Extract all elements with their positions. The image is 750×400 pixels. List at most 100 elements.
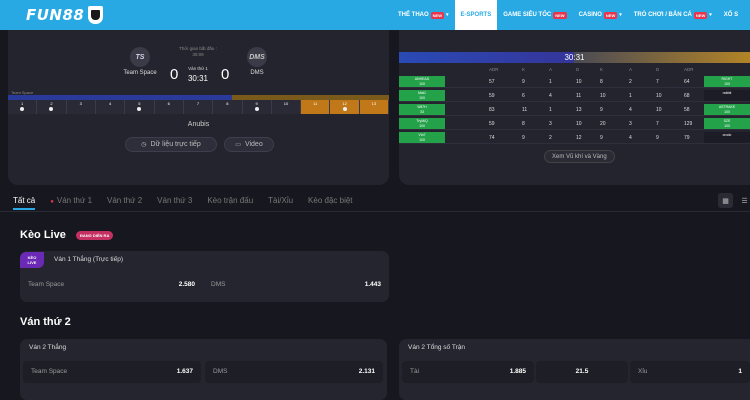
stat-value: 2 [549, 135, 552, 141]
round-number: 11 [313, 101, 318, 106]
player-name: crodo [722, 133, 732, 137]
tab[interactable]: Kèo đặc biệt [308, 196, 352, 210]
tab[interactable]: Ván thứ 2 [107, 196, 142, 210]
tab-label: Tất cả [13, 196, 36, 205]
nav-item[interactable]: E-SPORTS [454, 0, 498, 30]
weapons-gold-button[interactable]: Xem Vũ khí và Vàng [544, 150, 615, 163]
stat-value: 9 [522, 79, 525, 85]
odd-team-space[interactable]: Team Space 2.580 [20, 274, 203, 296]
live-market-card: KÈO LIVE Ván 1 Thắng (Trực tiếp) Team Sp… [20, 251, 389, 302]
player-name-right[interactable]: crodo [704, 132, 750, 143]
nav-item[interactable]: THỂ THAO NEW ▾ [392, 0, 455, 30]
player-name-left[interactable]: Mat1 100 [399, 90, 445, 101]
round-cell: 3 [66, 100, 96, 114]
round-cell: 5 [125, 100, 155, 114]
stat-value: 1 [629, 93, 632, 99]
tab[interactable]: ● Ván thứ 1 [50, 196, 92, 210]
stats-column-header: K [522, 67, 526, 72]
stat-value: 1 [549, 107, 552, 113]
team-a: TS Team Space [120, 47, 160, 76]
tab-label: Tài/Xỉu [268, 196, 294, 205]
player-health: 100 [419, 124, 425, 128]
stats-column-header: D [656, 67, 660, 72]
player-name: rabbit [722, 91, 732, 95]
start-time-value: 30:09 [192, 52, 204, 57]
stat-value: 8 [522, 121, 525, 127]
live-data-button[interactable]: ◷ Dữ liệu trực tiếp [125, 137, 217, 152]
round-cell: 13 [359, 100, 390, 114]
odd-value: 2.131 [358, 368, 375, 375]
player-stat-row: TryMiQ 100 59 8 3 10 20 3 7 129 SZE 100 [399, 118, 750, 130]
player-stats-panel: 30:31 ADR K A D K A D ADR ANHEAD 100 57 9 1 10 8 2 7 64 R… [399, 30, 750, 185]
round-number: 5 [138, 101, 141, 106]
player-name-left[interactable]: TryMiQ 100 [399, 118, 445, 129]
player-health: 100 [419, 138, 425, 142]
stat-value: 9 [600, 107, 603, 113]
odd-dms[interactable]: DMS 1.443 [203, 274, 389, 296]
club-crest-icon [88, 6, 104, 24]
odd-label: Xỉu [638, 368, 648, 375]
round-cell: 7 [183, 100, 214, 114]
stat-value: 58 [684, 107, 690, 113]
nav-item[interactable]: CASINO NEW ▾ [573, 0, 628, 30]
player-name-right[interactable]: ASTRAKE 100 [704, 104, 750, 115]
odd-value: 1.443 [364, 281, 381, 288]
odd-dms-van2[interactable]: DMS 2.131 [205, 361, 383, 383]
round-cell: 4 [95, 100, 126, 114]
round-win-icon [342, 107, 347, 111]
player-name-left[interactable]: Wil7H 33 [399, 104, 445, 115]
stat-value: 59 [489, 121, 495, 127]
live-tag-bottom: LIVE [27, 259, 37, 265]
nav-item-label: TRÒ CHƠI / BẮN CÁ [633, 12, 692, 18]
live-market-header: KÈO LIVE Ván 1 Thắng (Trực tiếp) [20, 251, 389, 268]
team-a-logo: TS [130, 47, 150, 67]
match-clock: 30:31 [187, 74, 209, 83]
nav-item[interactable]: GAME SIÊU TỐC NEW [497, 0, 572, 30]
odd-over[interactable]: Tài 1.885 [402, 361, 534, 383]
tab[interactable]: Tài/Xỉu [268, 196, 293, 210]
odd-label: Tài [410, 368, 420, 375]
stats-column-header: ADR [489, 67, 499, 72]
stat-value: 9 [600, 135, 603, 141]
player-name-right[interactable]: SZE 100 [704, 118, 750, 129]
odd-label: DMS [211, 281, 226, 288]
tab[interactable]: Ván thứ 3 [157, 196, 192, 210]
tab-label: Kèo trận đấu [207, 196, 254, 205]
round-win-icon [20, 107, 25, 111]
brand-logo[interactable]: FUN88 [26, 6, 84, 24]
round-cell: 10 [271, 100, 302, 114]
team-a-name: Team Space [123, 70, 157, 76]
stat-value: 10 [656, 93, 662, 99]
tab[interactable]: Tất cả [13, 196, 36, 210]
player-health: 100 [724, 82, 730, 86]
map-name: Anubis [187, 121, 210, 128]
video-button[interactable]: ▭ Video [224, 137, 274, 152]
match-scoreboard-panel: TS Team Space 0 Thời gian bắt đầu : 30:0… [8, 30, 390, 185]
player-name-left[interactable]: Vtn7 100 [399, 132, 445, 143]
grid-view-icon[interactable]: ▦ [718, 193, 733, 208]
van-2-total-card: Ván 2 Tổng số Trận Tài 1.885 21.5 Xỉu 1 [399, 339, 750, 400]
tab-label: Ván thứ 3 [157, 196, 193, 205]
stat-value: 129 [684, 121, 693, 127]
round-win-icon [49, 107, 54, 111]
chevron-down-icon: ▾ [709, 12, 712, 18]
tab[interactable]: Kèo trận đấu [207, 196, 253, 210]
stats-column-header: A [549, 67, 553, 72]
nav-item-label: XỔ S [723, 12, 739, 18]
odd-team-space-van2[interactable]: Team Space 1.637 [23, 361, 201, 383]
stats-header: ADR K A D K A D ADR [399, 67, 750, 75]
round-number: 2 [50, 101, 53, 106]
player-name-right[interactable]: rabbit [704, 90, 750, 101]
nav-item-label: GAME SIÊU TỐC [503, 12, 552, 18]
odd-under[interactable]: Xỉu 1 [630, 361, 750, 383]
list-view-icon[interactable]: ☰ [737, 193, 750, 208]
line-value: 21.5 [575, 368, 589, 375]
player-name-left[interactable]: ANHEAD 100 [399, 76, 445, 87]
nav-item[interactable]: TRÒ CHƠI / BẮN CÁ NEW ▾ [628, 0, 718, 30]
player-name-right[interactable]: RIGHT 100 [704, 76, 750, 87]
team-b-score: 0 [221, 66, 230, 83]
round-number: 7 [196, 101, 200, 106]
nav-item[interactable]: XỔ S [718, 0, 744, 30]
round-win-icon [254, 107, 259, 111]
nav-item-label: THỂ THAO [398, 12, 429, 18]
